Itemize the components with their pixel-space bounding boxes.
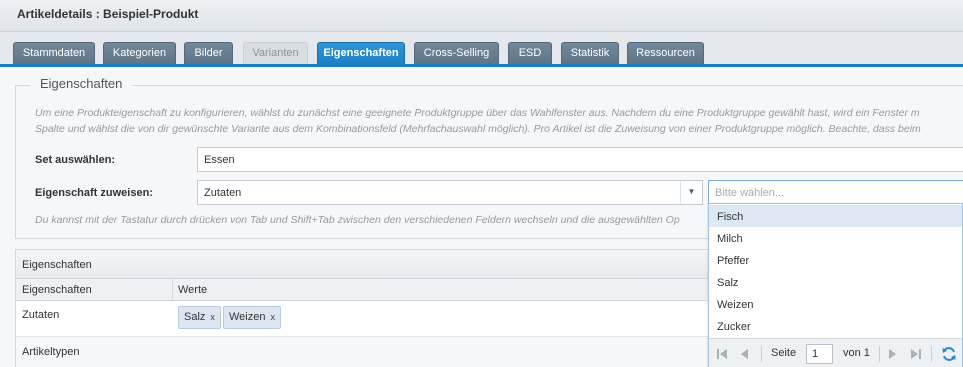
tab-varianten: Varianten <box>243 42 308 65</box>
pager-separator <box>931 346 932 362</box>
value-tag-label: Salz <box>184 311 206 323</box>
list-item[interactable]: Weizen <box>709 293 962 315</box>
column-header-values[interactable]: Werte <box>178 284 207 296</box>
previous-page-icon[interactable] <box>741 349 749 359</box>
hint-text-line1: Um eine Produkteigenschaft zu konfigurie… <box>35 107 920 119</box>
column-header-properties[interactable]: Eigenschaften <box>22 284 92 296</box>
tab-esd[interactable]: ESD <box>508 42 552 65</box>
list-item[interactable]: Pfeffer <box>709 249 962 271</box>
list-item[interactable]: Milch <box>709 227 962 249</box>
page-number-input[interactable]: 1 <box>806 344 833 364</box>
value-dropdown-list: Fisch Milch Pfeffer Salz Weizen Zucker S… <box>708 203 963 367</box>
set-field[interactable]: Essen <box>197 147 963 172</box>
pager-separator <box>879 346 880 362</box>
tab-bilder[interactable]: Bilder <box>184 42 233 65</box>
assign-label: Eigenschaft zuweisen: <box>35 187 153 199</box>
tab-bar: Stammdaten Kategorien Bilder Varianten E… <box>0 32 963 65</box>
fieldset-legend: Eigenschaften <box>30 76 133 91</box>
window-title: Artikeldetails : Beispiel-Produkt <box>0 0 963 32</box>
first-page-icon[interactable] <box>717 349 727 359</box>
value-search-input[interactable]: Bitte wählen... <box>708 180 963 205</box>
page-count-label: von 1 <box>843 347 870 359</box>
value-tag-label: Weizen <box>229 311 266 323</box>
pager-separator <box>761 346 762 362</box>
page-label: Seite <box>771 347 797 359</box>
next-page-icon[interactable] <box>889 349 897 359</box>
list-item[interactable]: Fisch <box>709 205 962 227</box>
tab-kategorien[interactable]: Kategorien <box>103 42 176 65</box>
property-combo-value: Zutaten <box>204 187 242 199</box>
set-label: Set auswählen: <box>35 154 116 166</box>
chevron-down-icon[interactable]: ▼ <box>680 181 702 204</box>
value-tag-weizen: Weizen x <box>223 306 281 329</box>
value-tag-salz: Salz x <box>178 306 221 329</box>
value-search-placeholder: Bitte wählen... <box>715 187 785 199</box>
list-item[interactable]: Zucker <box>709 315 962 337</box>
pagination-toolbar: Seite 1 von 1 <box>709 338 962 367</box>
list-item[interactable]: Salz <box>709 271 962 293</box>
remove-tag-icon[interactable]: x <box>270 312 275 322</box>
tab-eigenschaften[interactable]: Eigenschaften <box>317 42 405 65</box>
row-property-name: Zutaten <box>22 309 60 321</box>
column-separator <box>172 279 173 301</box>
tab-statistik[interactable]: Statistik <box>561 42 619 65</box>
property-combo[interactable]: Zutaten ▼ <box>197 180 703 205</box>
hint-text-line2: Spalte und wählst die von dir gewünschte… <box>35 123 921 135</box>
tab-ressourcen[interactable]: Ressourcen <box>627 42 704 65</box>
tab-cross-selling[interactable]: Cross-Selling <box>414 42 499 65</box>
refresh-icon[interactable] <box>941 346 957 362</box>
remove-tag-icon[interactable]: x <box>210 312 215 322</box>
last-page-icon[interactable] <box>911 349 921 359</box>
tab-stammdaten[interactable]: Stammdaten <box>13 42 95 65</box>
